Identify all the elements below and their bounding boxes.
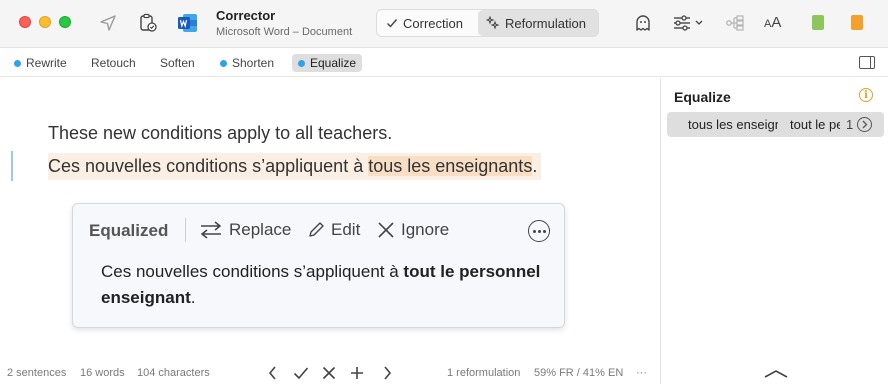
row-original: tous les enseignants [688, 117, 778, 132]
character-count: 104 characters [137, 367, 210, 379]
correction-label: Correction [403, 15, 463, 31]
zoom-window-button[interactable] [59, 16, 71, 28]
x-icon [378, 222, 394, 238]
font-size-button[interactable]: AA [764, 14, 781, 31]
minimize-window-button[interactable] [39, 16, 51, 28]
mode-shorten[interactable]: Shorten [214, 54, 280, 72]
sentence-marker [11, 151, 13, 181]
mode-label: Shorten [232, 56, 275, 70]
green-book-icon[interactable] [812, 15, 824, 30]
suggestion-popover: Equalized Replace Edit Ignore Ces nouvel… [72, 203, 565, 328]
replace-label: Replace [229, 220, 292, 239]
reformulation-count: 1 reformulation [447, 367, 521, 379]
mode-label: Soften [160, 56, 195, 70]
mode-label: Retouch [91, 56, 136, 70]
mode-dot [298, 59, 305, 67]
close-window-button[interactable] [19, 16, 31, 28]
chevron-right-circle-icon[interactable] [857, 117, 872, 132]
word-count: 16 words [80, 367, 125, 379]
row-replacement: tout le personnel enseignant [790, 117, 840, 132]
suggestion-prefix: Ces nouvelles conditions s’appliquent à [101, 262, 404, 281]
mode-equalize[interactable]: Equalize [292, 54, 363, 72]
sparkle-icon [486, 16, 500, 30]
reject-x-icon[interactable] [320, 364, 338, 382]
suggestion-list-item[interactable]: tous les enseignants tout le personnel e… [667, 112, 884, 137]
mode-soften[interactable]: Soften [154, 54, 201, 72]
clipboard-check-icon[interactable] [137, 12, 159, 34]
edit-label: Edit [331, 220, 361, 239]
swap-arrows-icon [200, 221, 222, 239]
mode-rewrite[interactable]: Rewrite [8, 54, 73, 72]
mode-retouch[interactable]: Retouch [85, 54, 142, 72]
word-app-icon [177, 12, 199, 34]
sentence-count: 2 sentences [7, 367, 67, 379]
flagged-phrase[interactable]: tous les enseignants [368, 156, 533, 176]
mode-segmented-control: Correction Reformulation [376, 9, 599, 37]
reformulation-label: Reformulation [505, 15, 586, 31]
next-icon[interactable] [378, 364, 396, 382]
target-prefix: Ces nouvelles conditions s’appliquent à [48, 156, 369, 176]
suggestion-suffix: . [190, 288, 196, 307]
row-count: 1 [846, 117, 854, 132]
edit-button[interactable]: Edit [307, 218, 360, 242]
popover-title: Equalized [89, 221, 169, 240]
orange-book-icon[interactable] [851, 15, 863, 30]
replace-button[interactable]: Replace [199, 218, 291, 242]
app-name: Corrector [216, 8, 276, 23]
reformulation-mode-bar: Rewrite Retouch Soften Shorten Equalize [0, 49, 888, 77]
sidebar-toggle-icon[interactable] [859, 56, 875, 69]
mode-label: Rewrite [26, 56, 67, 70]
check-icon [387, 19, 398, 28]
correction-tab[interactable]: Correction [377, 10, 478, 36]
status-more-icon[interactable]: ··· [636, 367, 647, 379]
pencil-icon [309, 222, 324, 237]
language-mix: 59% FR / 41% EN [534, 367, 624, 379]
mode-label: Equalize [310, 56, 357, 70]
mode-dot [220, 59, 227, 67]
ignore-label: Ignore [401, 220, 450, 239]
ghost-icon[interactable] [632, 12, 654, 34]
add-plus-icon[interactable] [348, 364, 366, 382]
hierarchy-icon[interactable] [724, 12, 746, 34]
chevron-up-icon[interactable] [764, 366, 788, 384]
more-options-icon[interactable] [528, 220, 550, 242]
popover-divider [185, 218, 186, 242]
equalize-panel: Equalize i tous les enseignants tout le … [661, 78, 888, 384]
font-size-big-label: A [771, 14, 782, 31]
mode-dot [14, 59, 21, 67]
target-suffix: . [532, 156, 538, 176]
title-bar: Corrector Microsoft Word – Document Corr… [0, 0, 888, 48]
ignore-button[interactable]: Ignore [377, 218, 449, 242]
reformulation-tab[interactable]: Reformulation [478, 10, 598, 36]
settings-sliders-icon[interactable] [672, 12, 708, 34]
panel-title: Equalize [674, 89, 731, 105]
source-sentence: These new conditions apply to all teache… [48, 123, 393, 143]
target-sentence[interactable]: Ces nouvelles conditions s’appliquent à … [48, 153, 542, 180]
info-icon[interactable]: i [859, 88, 873, 102]
document-name: Microsoft Word – Document [216, 26, 353, 38]
accept-check-icon[interactable] [292, 364, 310, 382]
previous-icon[interactable] [264, 364, 282, 382]
suggestion-text: Ces nouvelles conditions s’appliquent à … [101, 259, 541, 311]
editor-area[interactable]: These new conditions apply to all teache… [0, 78, 660, 384]
send-icon[interactable] [97, 12, 119, 34]
